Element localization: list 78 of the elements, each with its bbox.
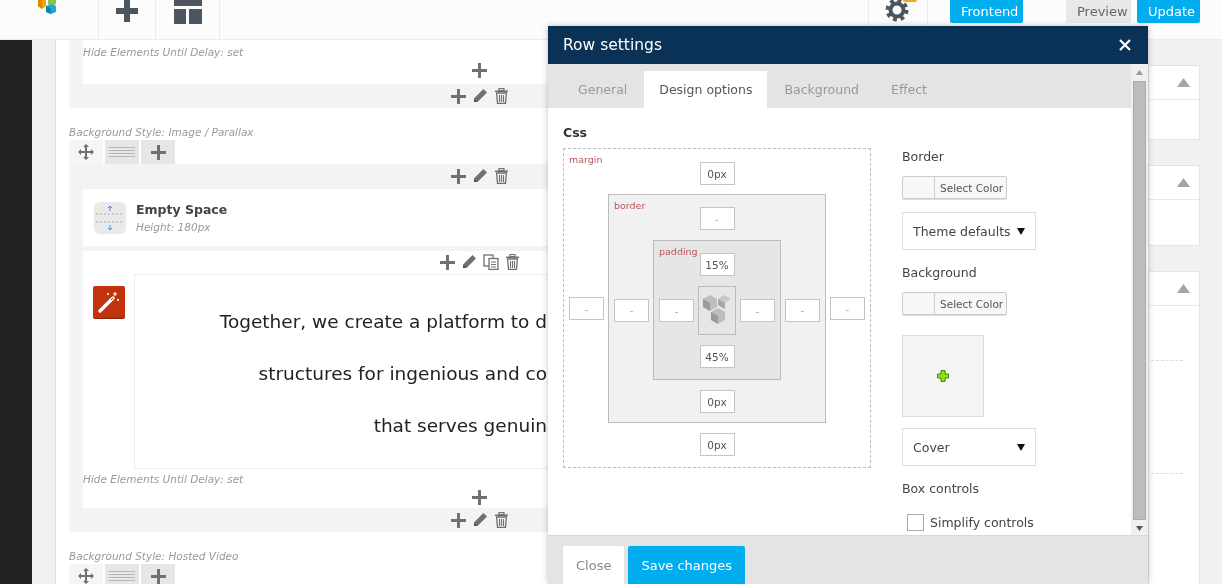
input-field[interactable]: -	[830, 297, 865, 320]
trash-icon[interactable]	[493, 512, 509, 528]
pencil-icon[interactable]	[471, 88, 488, 104]
plus-icon[interactable]	[472, 489, 487, 505]
settings-icon[interactable]	[884, 0, 918, 24]
scrollbar[interactable]	[1131, 64, 1148, 535]
text-line: Together, we create a platform to d	[218, 310, 547, 334]
section-heading: Css	[563, 125, 589, 141]
plus-icon[interactable]	[450, 168, 466, 184]
box-label: border	[614, 200, 646, 211]
caret-icon	[1017, 227, 1025, 235]
input-field[interactable]: 0px	[699, 433, 735, 456]
color-picker-button[interactable]: Select Color	[902, 176, 1007, 199]
plus-icon[interactable]	[450, 512, 466, 528]
dialog-title: Row settings	[563, 36, 662, 54]
pencil-icon[interactable]	[471, 512, 488, 528]
close-button[interactable]	[1119, 39, 1131, 51]
trash-icon[interactable]	[493, 168, 509, 184]
collapse-icon[interactable]	[1177, 78, 1190, 87]
element-title: Empty Space	[136, 202, 228, 217]
text-line: that serves genuin	[372, 414, 547, 438]
plus-icon[interactable]	[150, 144, 166, 160]
box-label: padding	[659, 246, 698, 257]
setting-label: Box controls	[902, 481, 980, 497]
dropdown[interactable]: Cover	[902, 428, 1036, 466]
setting-label: Border	[902, 149, 944, 165]
input-field[interactable]: 0px	[699, 162, 735, 185]
add-icon	[937, 370, 949, 382]
layout-icon[interactable]	[173, 0, 202, 24]
tab[interactable]: Design options	[644, 71, 768, 108]
trash-icon[interactable]	[493, 88, 509, 104]
plus-icon[interactable]	[150, 568, 166, 584]
move-handle[interactable]	[69, 564, 103, 584]
move-icon[interactable]	[78, 568, 94, 584]
input-field[interactable]: -	[659, 299, 694, 322]
pencil-icon[interactable]	[460, 254, 477, 270]
layout-handle[interactable]	[105, 564, 139, 584]
input-field[interactable]: -	[699, 207, 735, 230]
trash-icon[interactable]	[504, 254, 520, 270]
element-note: Hide Elements Until Delay: set	[83, 45, 244, 59]
scroll-down-icon[interactable]	[1136, 526, 1143, 531]
collapse-icon[interactable]	[1177, 178, 1190, 187]
input-field[interactable]: -	[740, 299, 775, 322]
pencil-icon[interactable]	[471, 168, 488, 184]
color-picker-button[interactable]: Select Color	[902, 292, 1007, 315]
add-icon[interactable]	[116, 0, 138, 22]
text-line: structures for ingenious and co	[257, 362, 547, 386]
copy-icon[interactable]	[482, 254, 499, 270]
checkbox-label: Simplify controls	[930, 515, 1034, 530]
add-column-button[interactable]	[141, 564, 175, 584]
spacer-icon	[94, 201, 126, 234]
dropdown[interactable]: Theme defaults	[902, 212, 1036, 250]
box-label: margin	[569, 154, 603, 165]
row-style-label: Background Style: Image / Parallax	[69, 125, 254, 139]
plus-icon[interactable]	[439, 254, 455, 270]
row-style-label: Background Style: Hosted Video	[69, 549, 239, 563]
input-field[interactable]: -	[569, 297, 604, 320]
layout-handle[interactable]	[105, 140, 139, 164]
input-field[interactable]: 15%	[699, 253, 735, 276]
element-subtitle: Height: 180px	[136, 221, 212, 233]
input-field[interactable]: -	[785, 298, 820, 322]
caret-icon	[1017, 443, 1025, 451]
move-handle[interactable]	[69, 140, 103, 164]
dialog-button[interactable]: Close	[563, 546, 625, 584]
wand-icon	[93, 286, 125, 318]
input-field[interactable]: -	[614, 298, 649, 322]
input-field[interactable]: 0px	[699, 390, 735, 413]
setting-label: Background	[902, 265, 977, 281]
add-column-button[interactable]	[141, 140, 175, 164]
move-icon[interactable]	[78, 144, 94, 160]
toolbar-button[interactable]: Preview	[1066, 0, 1131, 23]
input-field[interactable]: 45%	[699, 345, 735, 368]
plus-icon[interactable]	[450, 88, 466, 104]
scroll-up-icon[interactable]	[1136, 70, 1143, 75]
checkbox[interactable]	[907, 514, 924, 531]
element-note: Hide Elements Until Delay: set	[83, 472, 244, 486]
plus-icon[interactable]	[472, 62, 487, 78]
collapse-icon[interactable]	[1177, 284, 1190, 293]
